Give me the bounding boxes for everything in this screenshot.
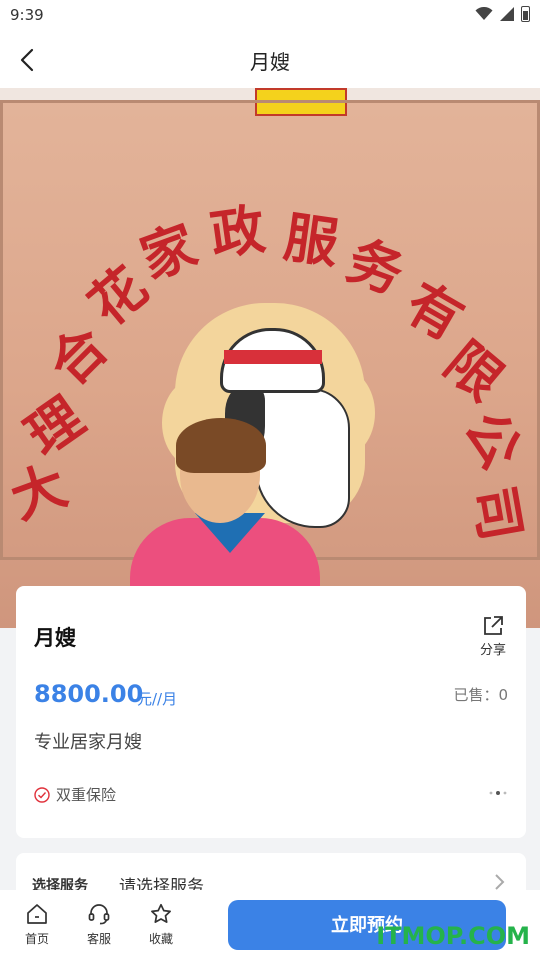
product-price: 8800.00: [34, 680, 144, 708]
sold-count: 已售：0: [453, 686, 508, 704]
insurance-badge: 双重保险: [34, 784, 116, 805]
sign-char: 服: [280, 204, 343, 276]
more-dots-icon[interactable]: [488, 790, 508, 796]
tab-favorite[interactable]: 收藏: [136, 902, 186, 947]
price-unit: 元//月: [137, 690, 178, 708]
share-label: 分享: [479, 643, 506, 658]
headset-icon: [88, 904, 110, 925]
nav-bar: 月嫂: [0, 32, 540, 88]
logo-hat-band: [224, 350, 322, 364]
status-time: 9:39: [10, 6, 44, 24]
hero-photo: 大 理 合 花 家 政 服 务 有 限 公 司: [0, 88, 540, 628]
star-icon: [151, 903, 171, 923]
watermark: ITMOP.COM: [376, 922, 530, 950]
product-description: 专业居家月嫂: [34, 732, 142, 753]
product-card: 月嫂 分享 8800.00 元//月 已售：0 专业居家月嫂 双重保险: [16, 586, 526, 838]
page-title: 月嫂: [250, 50, 290, 74]
sign-char: 政: [206, 196, 269, 268]
badge-text: 双重保险: [56, 786, 117, 804]
share-button[interactable]: 分享: [478, 614, 508, 658]
tab-service-label: 客服: [86, 932, 111, 946]
person-hair: [176, 418, 266, 473]
logo-veil: [255, 388, 350, 528]
product-title: 月嫂: [34, 626, 76, 650]
share-icon: [484, 616, 503, 635]
check-circle-icon: [34, 786, 50, 803]
battery-icon: [521, 6, 530, 22]
chevron-right-icon: [495, 874, 505, 890]
status-icons: [475, 6, 530, 22]
tab-home[interactable]: 首页: [12, 902, 62, 947]
status-bar: 9:39: [0, 0, 540, 32]
tab-favorite-label: 收藏: [148, 932, 173, 946]
tab-home-label: 首页: [24, 932, 49, 946]
wifi-icon: [475, 7, 493, 20]
tab-customer-service[interactable]: 客服: [74, 902, 124, 947]
home-icon: [27, 904, 47, 924]
page: 9:39 月嫂 大 理 合 花 家 政 服 务 有 限 公 司 月嫂 分享 88…: [0, 0, 540, 960]
signal-icon: [500, 7, 514, 21]
